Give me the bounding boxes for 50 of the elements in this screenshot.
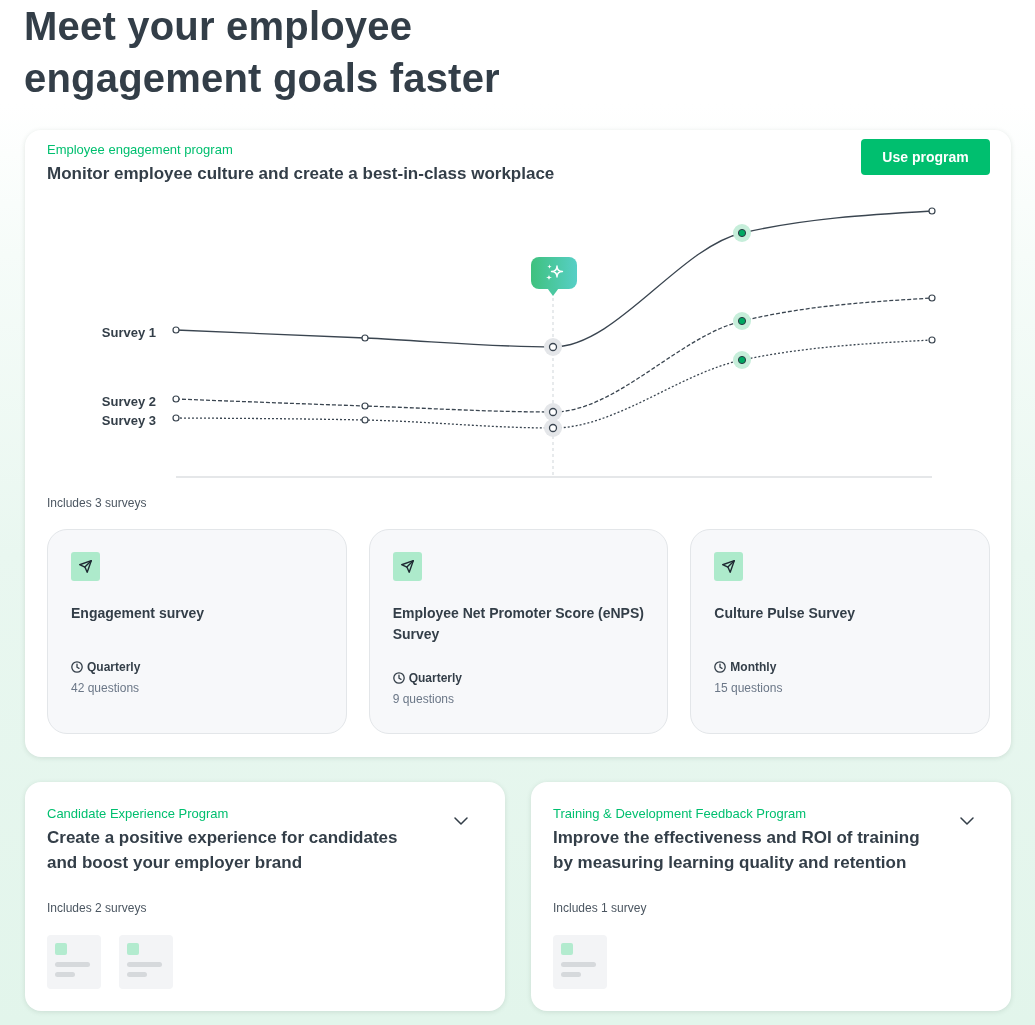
data-point (361, 402, 369, 410)
series-label: Survey 1 (101, 324, 156, 340)
survey-preview-icon (119, 935, 173, 989)
data-point (172, 326, 180, 334)
survey-preview-icon (553, 935, 607, 989)
paper-plane-icon (392, 552, 422, 581)
survey-count: Includes 2 surveys (47, 900, 148, 916)
clock-icon (714, 661, 727, 673)
survey-title: Engagement survey (71, 604, 206, 623)
question-count: 42 questions (71, 680, 141, 696)
question-count: 9 questions (392, 691, 456, 707)
data-point (733, 224, 751, 242)
data-point (361, 334, 369, 342)
program-title: Monitor employee culture and create a best-in-class workplace (47, 163, 555, 185)
survey-count: Includes 3 surveys (47, 495, 148, 511)
data-point (733, 312, 751, 330)
data-point (544, 338, 562, 356)
data-point (928, 336, 936, 344)
survey-frequency: Quarterly (408, 670, 462, 686)
data-point (928, 207, 936, 215)
program-label: Employee engagement program (47, 141, 234, 159)
program-label: Training & Development Feedback Program (553, 805, 808, 823)
program-title: Improve the effectiveness and ROI of training by measuring learning quality and retention (553, 827, 921, 874)
survey-title: Culture Pulse Survey (714, 604, 857, 623)
data-point (544, 403, 562, 421)
survey-frequency: Monthly (730, 659, 777, 675)
paper-plane-icon (714, 552, 744, 581)
data-point (733, 351, 751, 369)
data-point (172, 414, 180, 422)
question-count: 15 questions (714, 680, 784, 696)
paper-plane-icon (71, 552, 100, 581)
data-point (544, 419, 562, 437)
use-program-button[interactable]: Use program (861, 139, 990, 175)
survey-frequency: Quarterly (87, 659, 141, 675)
survey-title: Employee Net Promoter Score (eNPS) Survey (392, 604, 645, 644)
chevron-icon[interactable] (960, 817, 974, 825)
program-label: Candidate Experience Program (47, 805, 230, 823)
survey-preview-icon (47, 935, 101, 989)
data-point (172, 395, 180, 403)
sparkle-badge-icon (531, 257, 577, 296)
series-label: Survey 2 (101, 393, 156, 409)
clock-icon (392, 672, 405, 684)
page-heading: Meet your employee engagement goals faster (23, 3, 501, 102)
data-point (361, 416, 369, 424)
chevron-icon[interactable] (454, 817, 468, 825)
series-label: Survey 3 (101, 412, 156, 428)
clock-icon (71, 661, 83, 673)
data-point (928, 294, 936, 302)
survey-count: Includes 1 survey (553, 900, 648, 916)
program-title: Create a positive experience for candidates and boost your employer brand (47, 827, 399, 874)
